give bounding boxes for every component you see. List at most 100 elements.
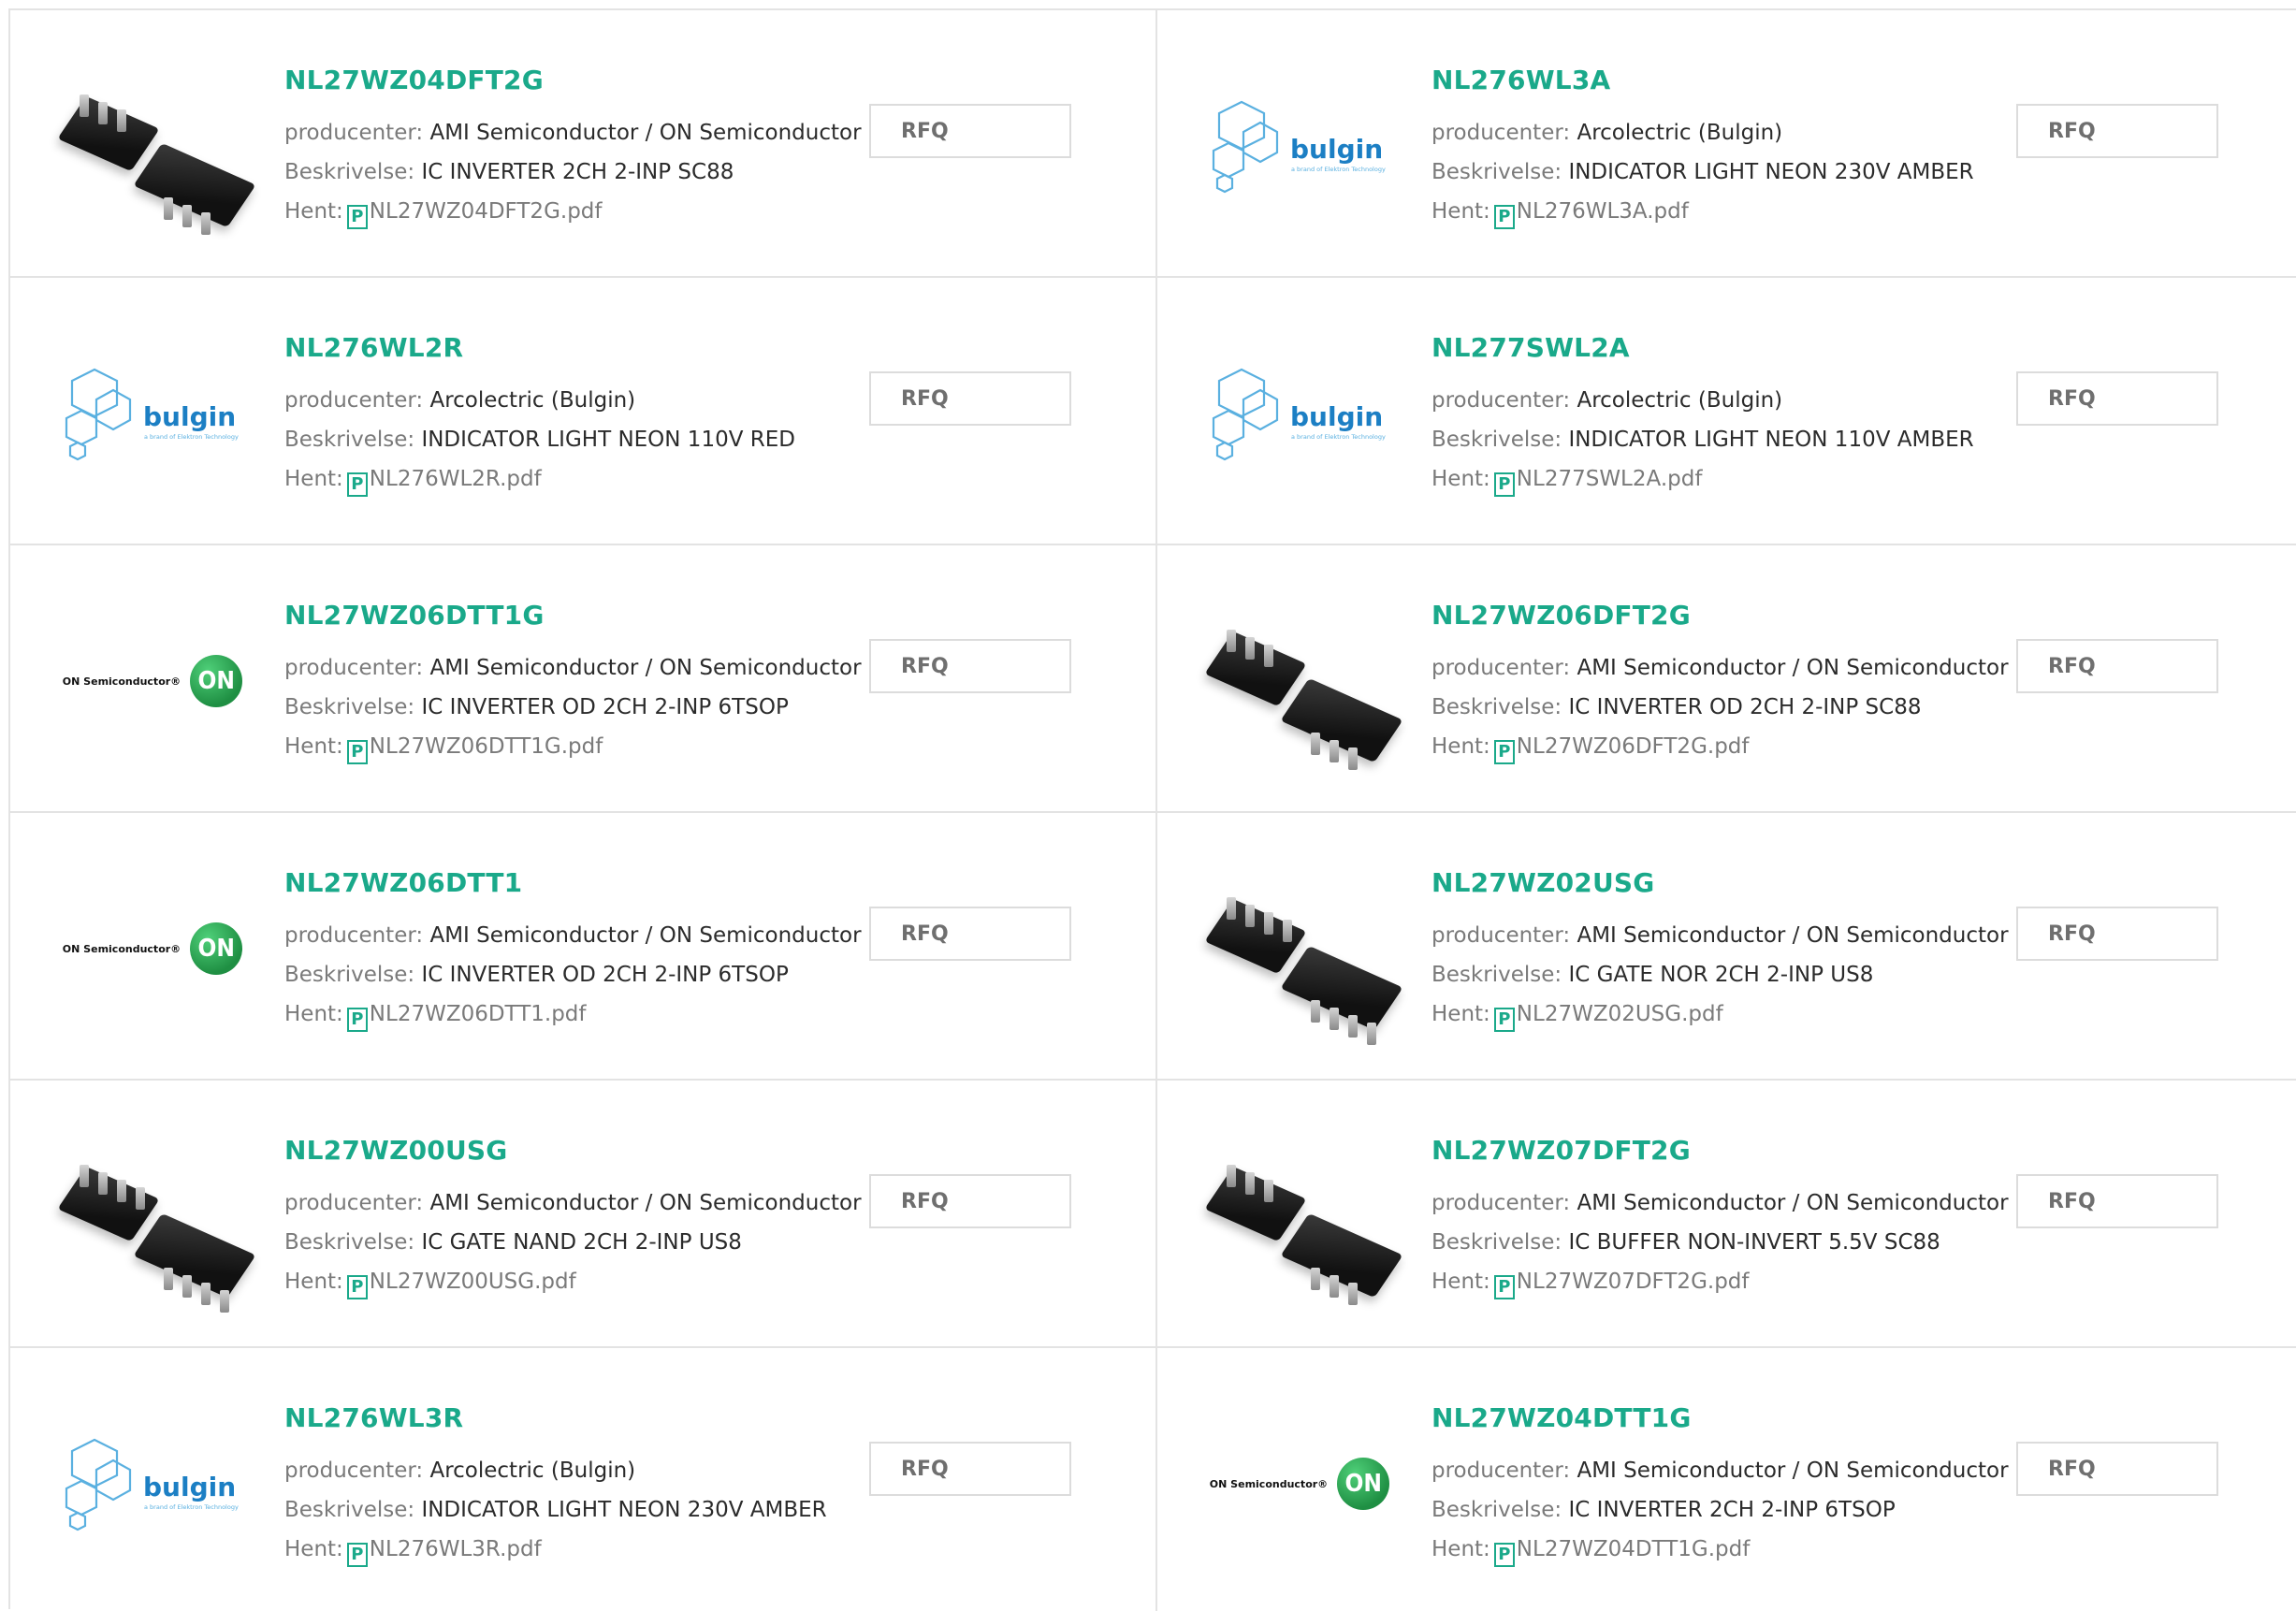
download-label: Hent:: [1431, 1270, 1490, 1294]
part-number-link[interactable]: NL277SWL2A: [1431, 332, 1974, 364]
rfq-button[interactable]: RFQ: [2016, 371, 2218, 426]
datasheet-link[interactable]: NL27WZ04DTT1G.pdf: [1517, 1537, 1751, 1561]
pdf-icon[interactable]: P: [1493, 472, 1515, 497]
pdf-icon[interactable]: P: [1493, 740, 1515, 764]
description-value: INDICATOR LIGHT NEON 110V AMBER: [1568, 428, 1974, 452]
product-image[interactable]: [1201, 850, 1403, 1047]
part-number-link[interactable]: NL27WZ04DFT2G: [284, 65, 862, 96]
description-row: Beskrivelse: IC BUFFER NON-INVERT 5.5V S…: [1431, 1223, 2009, 1262]
description-value: INDICATOR LIGHT NEON 110V RED: [421, 428, 795, 452]
product-image[interactable]: [1201, 583, 1403, 779]
part-number-link[interactable]: NL276WL3A: [1431, 65, 1974, 96]
on-logo-mark: ON: [1337, 1458, 1390, 1510]
rfq-button[interactable]: RFQ: [869, 1442, 1071, 1496]
product-image[interactable]: [54, 48, 256, 244]
pdf-icon[interactable]: P: [346, 1275, 368, 1299]
datasheet-link[interactable]: NL27WZ02USG.pdf: [1517, 1002, 1723, 1026]
product-image[interactable]: bulgin a brand of Elektron Technology: [1201, 48, 1398, 244]
datasheet-link[interactable]: NL276WL3A.pdf: [1517, 199, 1689, 224]
pdf-icon[interactable]: P: [1493, 205, 1515, 229]
product-info: NL276WL3R producenter: Arcolectric (Bulg…: [284, 1402, 827, 1569]
description-label: Beskrivelse:: [284, 963, 415, 987]
pdf-icon[interactable]: P: [1493, 1275, 1515, 1299]
product-card: ON Semiconductor® ON NL27WZ06DTT1 produce…: [10, 813, 1157, 1081]
download-label: Hent:: [284, 199, 343, 224]
rfq-button[interactable]: RFQ: [2016, 1442, 2218, 1496]
rfq-button[interactable]: RFQ: [869, 104, 1071, 158]
rfq-button[interactable]: RFQ: [869, 371, 1071, 426]
rfq-button[interactable]: RFQ: [2016, 907, 2218, 961]
rfq-button[interactable]: RFQ: [869, 1174, 1071, 1228]
product-info: NL27WZ06DTT1G producenter: AMI Semicondu…: [284, 600, 862, 766]
manufacturer-row: producenter: Arcolectric (Bulgin): [1431, 113, 1974, 152]
part-number-link[interactable]: NL27WZ02USG: [1431, 867, 2009, 899]
manufacturer-value: AMI Semiconductor / ON Semiconductor: [1577, 656, 2009, 680]
datasheet-link[interactable]: NL27WZ04DFT2G.pdf: [370, 199, 603, 224]
rfq-button[interactable]: RFQ: [2016, 639, 2218, 693]
description-value: IC INVERTER 2CH 2-INP 6TSOP: [1568, 1498, 1896, 1522]
part-number-link[interactable]: NL27WZ06DFT2G: [1431, 600, 2009, 631]
datasheet-link[interactable]: NL27WZ06DTT1G.pdf: [370, 734, 603, 759]
rfq-button[interactable]: RFQ: [869, 639, 1071, 693]
product-image[interactable]: ON Semiconductor® ON: [1201, 1386, 1398, 1582]
product-grid: NL27WZ04DFT2G producenter: AMI Semicondu…: [8, 8, 2296, 1611]
product-image[interactable]: ON Semiconductor® ON: [54, 850, 251, 1047]
datasheet-link[interactable]: NL27WZ06DFT2G.pdf: [1517, 734, 1750, 759]
download-label: Hent:: [1431, 467, 1490, 491]
download-label: Hent:: [284, 734, 343, 759]
manufacturer-label: producenter:: [284, 923, 424, 948]
product-image[interactable]: bulgin a brand of Elektron Technology: [54, 315, 251, 512]
description-label: Beskrivelse:: [1431, 1230, 1562, 1255]
pdf-icon[interactable]: P: [346, 1008, 368, 1032]
part-number-link[interactable]: NL27WZ06DTT1: [284, 867, 862, 899]
on-semiconductor-logo: ON Semiconductor® ON: [1210, 1458, 1390, 1510]
part-number-link[interactable]: NL276WL2R: [284, 332, 795, 364]
datasheet-link[interactable]: NL27WZ06DTT1.pdf: [370, 1002, 587, 1026]
part-number-link[interactable]: NL276WL3R: [284, 1402, 827, 1434]
pdf-icon[interactable]: P: [346, 1543, 368, 1567]
rfq-button[interactable]: RFQ: [2016, 104, 2218, 158]
pdf-icon[interactable]: P: [346, 205, 368, 229]
manufacturer-label: producenter:: [284, 656, 424, 680]
datasheet-link[interactable]: NL27WZ00USG.pdf: [370, 1270, 576, 1294]
manufacturer-label: producenter:: [1431, 121, 1571, 145]
pdf-icon[interactable]: P: [1493, 1008, 1515, 1032]
manufacturer-row: producenter: AMI Semiconductor / ON Semi…: [1431, 648, 2009, 688]
description-label: Beskrivelse:: [1431, 695, 1562, 719]
datasheet-link[interactable]: NL27WZ07DFT2G.pdf: [1517, 1270, 1750, 1294]
description-value: IC BUFFER NON-INVERT 5.5V SC88: [1568, 1230, 1940, 1255]
manufacturer-value: AMI Semiconductor / ON Semiconductor: [1577, 923, 2009, 948]
download-label: Hent:: [1431, 734, 1490, 759]
description-label: Beskrivelse:: [284, 1230, 415, 1255]
description-row: Beskrivelse: IC INVERTER OD 2CH 2-INP 6T…: [284, 955, 862, 994]
product-image[interactable]: bulgin a brand of Elektron Technology: [1201, 315, 1398, 512]
part-number-link[interactable]: NL27WZ06DTT1G: [284, 600, 862, 631]
bulgin-wordmark: bulgin: [143, 401, 236, 432]
pdf-icon[interactable]: P: [1493, 1543, 1515, 1567]
datasheet-link[interactable]: NL276WL2R.pdf: [370, 467, 542, 491]
product-image[interactable]: ON Semiconductor® ON: [54, 583, 251, 779]
pdf-icon[interactable]: P: [346, 740, 368, 764]
rfq-button[interactable]: RFQ: [869, 907, 1071, 961]
manufacturer-value: Arcolectric (Bulgin): [1577, 388, 1783, 413]
description-row: Beskrivelse: INDICATOR LIGHT NEON 230V A…: [284, 1490, 827, 1530]
pdf-icon[interactable]: P: [346, 472, 368, 497]
product-card: ON Semiconductor® ON NL27WZ06DTT1G produc…: [10, 545, 1157, 813]
rfq-button[interactable]: RFQ: [2016, 1174, 2218, 1228]
part-number-link[interactable]: NL27WZ04DTT1G: [1431, 1402, 2009, 1434]
product-image[interactable]: [54, 1118, 256, 1314]
datasheet-link[interactable]: NL277SWL2A.pdf: [1517, 467, 1703, 491]
part-number-link[interactable]: NL27WZ00USG: [284, 1135, 862, 1167]
description-row: Beskrivelse: IC INVERTER 2CH 2-INP 6TSOP: [1431, 1490, 2009, 1530]
product-image[interactable]: bulgin a brand of Elektron Technology: [54, 1386, 251, 1582]
part-number-link[interactable]: NL27WZ07DFT2G: [1431, 1135, 2009, 1167]
download-row: Hent: P NL27WZ00USG.pdf: [284, 1262, 862, 1301]
manufacturer-value: AMI Semiconductor / ON Semiconductor: [429, 121, 862, 145]
description-label: Beskrivelse:: [1431, 428, 1562, 452]
on-logo-mark: ON: [190, 655, 243, 707]
download-label: Hent:: [284, 1537, 343, 1561]
download-label: Hent:: [284, 1002, 343, 1026]
product-image[interactable]: [1201, 1118, 1403, 1314]
datasheet-link[interactable]: NL276WL3R.pdf: [370, 1537, 542, 1561]
manufacturer-row: producenter: AMI Semiconductor / ON Semi…: [284, 113, 862, 152]
